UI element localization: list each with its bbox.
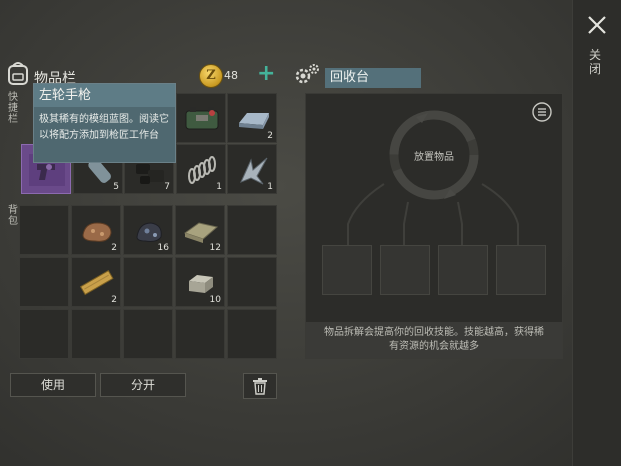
backpack-slot[interactable] [19,257,69,307]
slot-quantity: 5 [113,182,119,192]
menu-icon[interactable] [532,102,552,122]
tab-backpack[interactable]: 背包 [6,205,20,227]
backpack-slot[interactable] [227,257,277,307]
slot-quantity: 2 [267,131,273,141]
slot-quantity: 2 [111,295,117,305]
quick-slot[interactable]: 1 [176,144,226,194]
trash-icon [253,378,267,395]
coin-count: 48 [224,69,238,82]
battery-pack-icon [185,107,219,130]
slot-quantity: 1 [216,182,222,192]
use-button[interactable]: 使用 [10,373,96,397]
recycler-title: 回收台 [325,68,421,88]
backpack-slot[interactable] [19,205,69,255]
backpack-slot[interactable] [175,309,225,359]
quick-slot[interactable] [176,93,226,143]
output-slot[interactable] [380,245,430,295]
slot-quantity: 2 [111,243,117,253]
close-label[interactable]: 关闭 [587,48,603,76]
add-coins-button[interactable]: + [257,63,275,85]
quick-slot[interactable]: 1 [227,144,277,194]
tab-quickbar[interactable]: 快捷栏 [6,92,20,125]
item-tooltip: 左轮手枪 极其稀有的模组蓝图。阅读它以将配方添加到枪匠工作台 [33,83,176,163]
backpack-slot[interactable]: 12 [175,205,225,255]
backpack-slot[interactable] [227,205,277,255]
backpack-slot[interactable] [71,309,121,359]
trash-button[interactable] [243,373,277,399]
tooltip-description: 极其稀有的模组蓝图。阅读它以将配方添加到枪匠工作台 [39,114,169,141]
recycler-note: 物品拆解会提高你的回收技能。技能越高，获得稀 有资源的机会就越多 [306,322,562,358]
backpack-slot[interactable]: 2 [71,257,121,307]
slot-quantity: 16 [157,243,169,253]
tooltip-title: 左轮手枪 [34,84,175,107]
backpack-slot[interactable]: 10 [175,257,225,307]
slot-quantity: 7 [164,182,170,192]
backpack-slot[interactable] [227,309,277,359]
split-button[interactable]: 分开 [100,373,186,397]
slot-quantity: 10 [209,295,221,305]
output-slot[interactable] [438,245,488,295]
output-slot[interactable] [322,245,372,295]
slot-quantity: 1 [267,182,273,192]
gears-icon [295,64,319,84]
recycler-note-line2: 有资源的机会就越多 [389,341,479,352]
slot-quantity: 12 [209,243,221,253]
backpack-slot[interactable] [123,257,173,307]
connector-lines [347,183,519,246]
backpack-icon [8,62,28,85]
coin-icon: Z [199,64,223,88]
recycler-note-line1: 物品拆解会提高你的回收技能。技能越高，获得稀 [324,327,544,338]
backpack-slot[interactable]: 16 [123,205,173,255]
output-slot[interactable] [496,245,546,295]
close-icon[interactable] [586,14,608,36]
backpack-slot[interactable]: 2 [71,205,121,255]
backpack-slot[interactable] [123,309,173,359]
quick-slot[interactable]: 2 [227,93,277,143]
backpack-slot[interactable] [19,309,69,359]
place-item-slot[interactable]: 放置物品 [386,148,482,163]
